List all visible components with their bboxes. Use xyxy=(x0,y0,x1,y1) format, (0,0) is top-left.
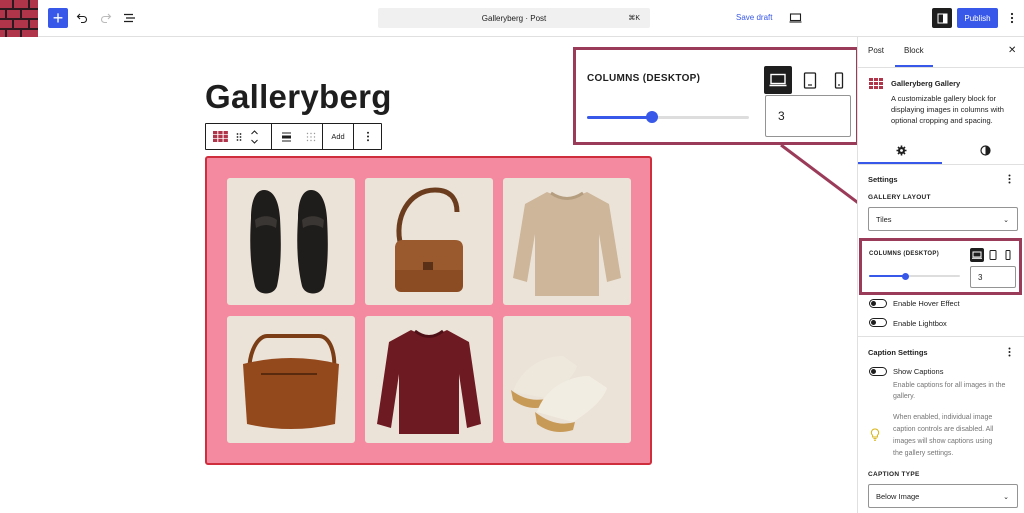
editor-window: { "topbar": { "add_label": "+", "command… xyxy=(0,0,1024,513)
settings-panel-options-button[interactable] xyxy=(1004,173,1014,185)
callout-slider-thumb[interactable] xyxy=(646,111,658,123)
tab-block[interactable]: Block xyxy=(904,46,924,55)
settings-tab-button[interactable] xyxy=(894,143,908,157)
block-description-line: optional cropping and spacing. xyxy=(891,116,993,125)
gear-icon xyxy=(896,145,906,155)
caption-type-select[interactable]: Below Image ⌄ xyxy=(868,484,1018,508)
caption-type-label: CAPTION TYPE xyxy=(868,471,920,478)
tab-post[interactable]: Post xyxy=(868,46,884,55)
block-description-line: displaying images in columns with xyxy=(891,105,1004,114)
block-description-line: A customizable gallery block for xyxy=(891,94,997,103)
caption-notice-line: the gallery settings. xyxy=(893,450,954,457)
gallery-layout-select[interactable]: Tiles ⌄ xyxy=(868,207,1018,231)
block-name: Galleryberg Gallery xyxy=(891,79,961,88)
chevron-down-icon: ⌄ xyxy=(1003,217,1009,224)
mobile-icon xyxy=(834,71,844,89)
caption-notice-line: When enabled, individual image xyxy=(893,414,993,421)
lightbox-label: Enable Lightbox xyxy=(893,319,947,328)
close-sidebar-button[interactable]: ✕ xyxy=(1008,45,1016,56)
lightbox-toggle[interactable] xyxy=(869,318,887,327)
show-captions-toggle[interactable] xyxy=(869,367,887,376)
callout-columns-value: 3 xyxy=(778,109,785,123)
hover-effect-toggle[interactable] xyxy=(869,299,887,308)
styles-contrast-icon xyxy=(979,144,991,156)
caption-settings-options-button[interactable] xyxy=(1004,346,1014,358)
divider xyxy=(858,336,1024,337)
callout-columns-input[interactable]: 3 xyxy=(765,95,851,137)
caption-notice-line: caption controls are disabled. All xyxy=(893,426,994,433)
lightbulb-icon xyxy=(870,428,880,441)
more-vertical-icon xyxy=(1008,174,1010,184)
show-captions-help: gallery. xyxy=(893,393,916,400)
settings-panel-title[interactable]: Settings xyxy=(868,175,898,184)
callout-mobile-device-button[interactable] xyxy=(829,66,849,94)
callout-slider-fill xyxy=(587,116,652,119)
gallery-block-icon xyxy=(869,78,883,89)
styles-tab-button[interactable] xyxy=(978,143,992,157)
gallery-layout-label: GALLERY LAYOUT xyxy=(868,194,931,201)
hover-effect-label: Enable Hover Effect xyxy=(893,299,960,308)
caption-notice-line: images will show captions using xyxy=(893,438,993,445)
zoomed-columns-callout: COLUMNS (DESKTOP) 3 xyxy=(573,47,859,145)
more-vertical-icon xyxy=(1008,347,1010,357)
callout-desktop-device-button[interactable] xyxy=(764,66,792,94)
tablet-icon xyxy=(803,71,817,89)
columns-highlight-box xyxy=(859,238,1022,295)
callout-columns-label: COLUMNS (DESKTOP) xyxy=(587,73,701,84)
desktop-icon xyxy=(769,73,787,87)
divider xyxy=(858,67,1024,68)
divider xyxy=(858,164,1024,165)
caption-type-value: Below Image xyxy=(876,491,920,501)
caption-settings-title[interactable]: Caption Settings xyxy=(868,348,928,357)
callout-tablet-device-button[interactable] xyxy=(798,66,822,94)
chevron-down-icon: ⌄ xyxy=(1003,494,1009,501)
show-captions-help: Enable captions for all images in the xyxy=(893,382,1006,389)
show-captions-label: Show Captions xyxy=(893,367,944,376)
gallery-layout-value: Tiles xyxy=(876,214,892,224)
